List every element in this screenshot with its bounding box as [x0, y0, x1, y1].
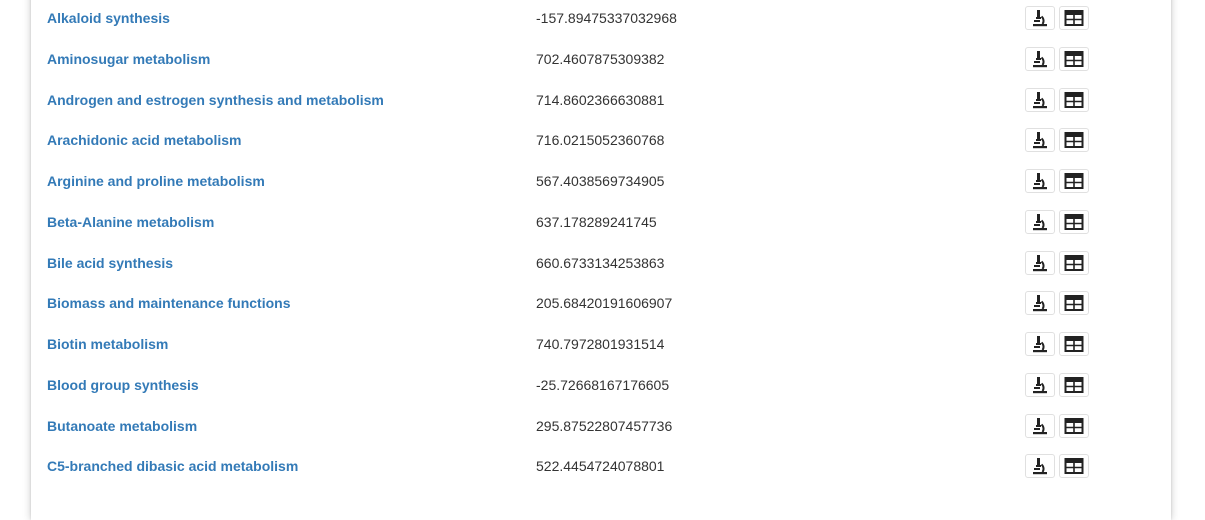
view-table-button[interactable]: [1059, 454, 1089, 479]
table-icon: [1064, 417, 1084, 435]
microscope-icon: [1030, 334, 1050, 354]
pathway-link[interactable]: Biotin metabolism: [47, 336, 168, 352]
microscope-icon: [1030, 212, 1050, 232]
pathway-link[interactable]: Butanoate metabolism: [47, 418, 197, 434]
pathway-link[interactable]: Alkaloid synthesis: [47, 10, 170, 26]
pathway-value: 522.4454724078801: [536, 458, 665, 475]
table-row: Androgen and estrogen synthesis and meta…: [31, 80, 1171, 120]
table-row: Biomass and maintenance functions 205.68…: [31, 283, 1171, 323]
pathway-value: 716.0215052360768: [536, 132, 665, 149]
view-map-button[interactable]: [1025, 250, 1055, 275]
view-map-button[interactable]: [1025, 46, 1055, 71]
microscope-icon: [1030, 253, 1050, 273]
view-map-button[interactable]: [1025, 454, 1055, 479]
pathway-value: 660.6733134253863: [536, 254, 665, 271]
pathway-value: 205.68420191606907: [536, 295, 673, 312]
view-map-button[interactable]: [1025, 6, 1055, 30]
view-table-button[interactable]: [1059, 128, 1089, 153]
table-icon: [1064, 335, 1084, 353]
table-icon: [1064, 213, 1084, 231]
microscope-icon: [1030, 8, 1050, 28]
table-row: Arachidonic acid metabolism 716.02150523…: [31, 120, 1171, 160]
pathway-value: -25.72668167176605: [536, 376, 670, 393]
table-icon: [1064, 457, 1084, 475]
pathway-value: 637.178289241745: [536, 213, 657, 230]
view-table-button[interactable]: [1059, 291, 1089, 316]
table-row: Aminosugar metabolism 702.4607875309382: [31, 39, 1171, 79]
microscope-icon: [1030, 171, 1050, 191]
table-row: Blood group synthesis -25.72668167176605: [31, 365, 1171, 405]
view-map-button[interactable]: [1025, 413, 1055, 438]
microscope-icon: [1030, 375, 1050, 395]
view-map-button[interactable]: [1025, 128, 1055, 153]
table-icon: [1064, 9, 1084, 27]
pathway-link[interactable]: Aminosugar metabolism: [47, 51, 210, 67]
table-row: Beta-Alanine metabolism 637.178289241745: [31, 202, 1171, 242]
pathway-link[interactable]: Arachidonic acid metabolism: [47, 132, 242, 148]
pathway-value: 567.4038569734905: [536, 173, 665, 189]
view-map-button[interactable]: [1025, 372, 1055, 397]
view-table-button[interactable]: [1059, 250, 1089, 275]
pathway-link[interactable]: Beta-Alanine metabolism: [47, 214, 214, 230]
view-table-button[interactable]: [1059, 209, 1089, 234]
table-icon: [1064, 294, 1084, 312]
table-row: Bile acid synthesis 660.6733134253863: [31, 243, 1171, 283]
pathway-link[interactable]: C5-branched dibasic acid metabolism: [47, 458, 298, 474]
view-map-button[interactable]: [1025, 291, 1055, 316]
view-map-button[interactable]: [1025, 332, 1055, 356]
view-map-button[interactable]: [1025, 209, 1055, 234]
microscope-icon: [1030, 90, 1050, 110]
pathway-value: 295.87522807457736: [536, 417, 673, 434]
pathway-value: 702.4607875309382: [536, 50, 665, 67]
microscope-icon: [1030, 130, 1050, 150]
view-table-button[interactable]: [1059, 87, 1089, 112]
table-row: Biotin metabolism 740.7972801931514: [31, 324, 1171, 364]
table-icon: [1064, 131, 1084, 149]
view-table-button[interactable]: [1059, 372, 1089, 397]
microscope-icon: [1030, 49, 1050, 69]
table-row: Alkaloid synthesis -157.89475337032968: [31, 0, 1171, 38]
pathway-link[interactable]: Bile acid synthesis: [47, 255, 173, 271]
pathway-link[interactable]: Arginine and proline metabolism: [47, 173, 265, 189]
table-icon: [1064, 50, 1084, 68]
pathway-value: 740.7972801931514: [536, 336, 665, 352]
view-table-button[interactable]: [1059, 46, 1089, 71]
pathway-link[interactable]: Biomass and maintenance functions: [47, 295, 291, 311]
view-table-button[interactable]: [1059, 413, 1089, 438]
pathway-link[interactable]: Androgen and estrogen synthesis and meta…: [47, 92, 384, 108]
table-icon: [1064, 254, 1084, 272]
microscope-icon: [1030, 456, 1050, 476]
view-table-button[interactable]: [1059, 169, 1089, 193]
microscope-icon: [1030, 293, 1050, 313]
microscope-icon: [1030, 416, 1050, 436]
pathway-link[interactable]: Blood group synthesis: [47, 377, 199, 393]
table-icon: [1064, 91, 1084, 109]
table-row: C5-branched dibasic acid metabolism 522.…: [31, 446, 1171, 486]
view-table-button[interactable]: [1059, 6, 1089, 30]
pathway-results-panel: Alkaloid synthesis -157.89475337032968 A…: [31, 0, 1171, 520]
table-row: Butanoate metabolism 295.87522807457736: [31, 406, 1171, 446]
pathway-value: -157.89475337032968: [536, 10, 677, 26]
table-icon: [1064, 172, 1084, 190]
view-table-button[interactable]: [1059, 332, 1089, 356]
pathway-value: 714.8602366630881: [536, 91, 665, 108]
view-map-button[interactable]: [1025, 87, 1055, 112]
table-icon: [1064, 376, 1084, 394]
view-map-button[interactable]: [1025, 169, 1055, 193]
table-row: Arginine and proline metabolism 567.4038…: [31, 161, 1171, 201]
